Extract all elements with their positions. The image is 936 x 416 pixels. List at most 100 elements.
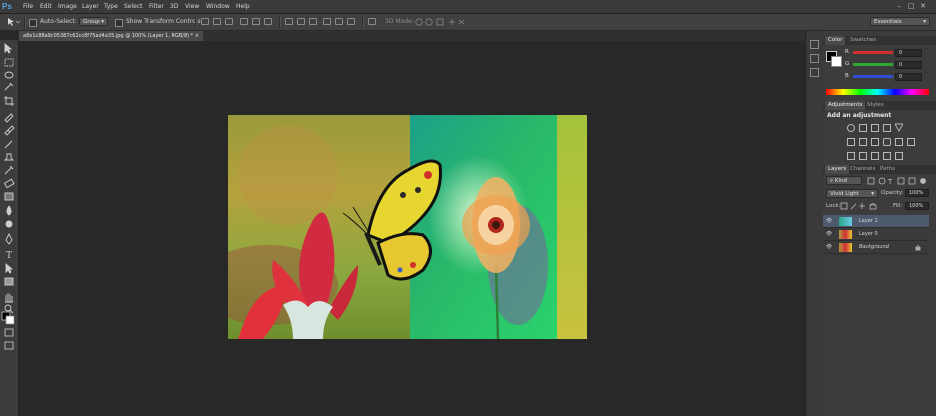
distribute-center-icon[interactable] [297,18,305,25]
close-tab-icon[interactable]: × [195,33,199,39]
gradient-tool-icon[interactable] [4,192,14,201]
move-tool-icon[interactable] [4,43,13,54]
distribute-right-icon[interactable] [347,18,355,25]
align-top-icon[interactable] [201,18,209,25]
blur-tool-icon[interactable] [6,205,12,216]
opacity-field[interactable]: 100% [905,189,929,197]
channel-mixer-icon[interactable] [895,138,903,146]
visibility-eye-icon[interactable]: 👁 [825,215,833,228]
crop-tool-icon[interactable] [4,96,14,106]
lasso-tool-icon[interactable] [4,71,14,79]
document-tab[interactable]: a8e1c88a9c05387c62cc8f75ad4a35.jpg @ 100… [19,31,203,41]
background-color-chip[interactable] [831,56,842,67]
maximize-button[interactable]: □ [905,0,917,13]
auto-select-checkbox[interactable] [29,19,37,27]
align-right-icon[interactable] [264,18,272,25]
exposure-icon[interactable] [883,124,891,132]
pen-tool-icon[interactable] [5,232,13,245]
menu-view[interactable]: View [185,0,199,13]
green-slider[interactable] [853,63,893,66]
visibility-eye-icon[interactable]: 👁 [825,241,833,254]
dodge-tool-icon[interactable] [5,220,13,228]
eyedropper-tool-icon[interactable] [4,113,14,123]
menu-3d[interactable]: 3D [170,0,178,13]
red-slider[interactable] [853,51,893,54]
distribute-hcenter-icon[interactable] [335,18,343,25]
align-horizontal-center-icon[interactable] [252,18,260,25]
tab-styles[interactable]: Styles [864,101,887,110]
quick-mask-icon[interactable] [4,328,14,337]
type-tool-icon[interactable]: T [6,251,12,261]
menu-help[interactable]: Help [236,0,250,13]
distribute-left-icon[interactable] [323,18,331,25]
blue-slider[interactable] [853,75,893,78]
screen-mode-icon[interactable] [4,341,14,350]
align-bottom-icon[interactable] [225,18,233,25]
tab-paths[interactable]: Paths [877,165,898,174]
green-value-field[interactable]: 0 [895,61,922,69]
auto-align-layers-icon[interactable] [368,18,376,25]
menu-file[interactable]: File [23,0,33,13]
tab-color[interactable]: Color [825,36,846,45]
gradient-map-icon[interactable] [895,152,903,160]
background-color-swatch[interactable] [5,315,15,325]
align-left-icon[interactable] [240,18,248,25]
posterize-icon[interactable] [859,152,867,160]
layer-row-layer-1[interactable]: 👁 Layer 1 [823,215,929,228]
menu-filter[interactable]: Filter [149,0,164,13]
history-panel-icon[interactable] [810,40,819,49]
layer-row-background[interactable]: 👁 Background [823,241,929,254]
hand-tool-icon[interactable] [5,293,13,303]
move-tool-preset-icon[interactable] [6,17,21,27]
invert-icon[interactable] [847,152,855,160]
menu-select[interactable]: Select [124,0,143,13]
black-white-icon[interactable] [871,138,879,146]
quick-selection-tool-icon[interactable] [4,82,14,91]
levels-icon[interactable] [859,124,867,132]
curves-icon[interactable] [871,124,879,132]
document-image[interactable] [228,115,587,339]
threshold-icon[interactable] [871,152,879,160]
close-window-button[interactable]: ✕ [917,0,929,13]
minimize-button[interactable]: – [893,0,905,13]
history-brush-tool-icon[interactable] [4,165,14,175]
photo-filter-icon[interactable] [883,138,891,146]
menu-type[interactable]: Type [104,0,118,13]
menu-window[interactable]: Window [206,0,230,13]
color-balance-icon[interactable] [859,138,867,146]
color-lookup-icon[interactable] [907,138,915,146]
layer-row-layer-0[interactable]: 👁 Layer 0 [823,228,929,241]
tab-channels[interactable]: Channels [847,165,878,174]
character-panel-icon[interactable] [810,68,819,77]
distribute-bottom-icon[interactable] [309,18,317,25]
healing-brush-tool-icon[interactable] [4,125,15,136]
menu-image[interactable]: Image [58,0,77,13]
vibrance-icon[interactable] [894,123,904,132]
red-value-field[interactable]: 0 [895,49,922,57]
hue-saturation-icon[interactable] [847,138,855,146]
brightness-contrast-icon[interactable] [847,124,855,132]
layer-filter-dropdown[interactable]: ⌕ Kind [826,176,862,185]
path-selection-tool-icon[interactable] [5,263,14,274]
show-transform-checkbox[interactable] [115,19,123,27]
color-spectrum-bar[interactable] [826,89,929,95]
rectangle-tool-icon[interactable] [4,277,14,286]
align-vertical-center-icon[interactable] [213,18,221,25]
brush-tool-icon[interactable] [4,140,13,149]
tab-swatches[interactable]: Swatches [847,36,879,45]
fill-field[interactable]: 100% [905,202,929,210]
lock-icons[interactable] [840,202,880,210]
distribute-top-icon[interactable] [285,18,293,25]
tab-layers[interactable]: Layers [825,165,850,174]
blend-mode-dropdown[interactable]: Vivid Light ▾ [826,189,878,198]
blue-value-field[interactable]: 0 [895,73,922,81]
properties-panel-icon[interactable] [810,54,819,63]
auto-select-dropdown[interactable]: Group ▾ [79,17,108,26]
clone-stamp-tool-icon[interactable] [3,153,15,161]
marquee-tool-icon[interactable] [4,58,14,67]
visibility-eye-icon[interactable]: 👁 [825,228,833,241]
selective-color-icon[interactable] [883,152,891,160]
eraser-tool-icon[interactable] [3,178,15,189]
menu-edit[interactable]: Edit [40,0,52,13]
workspace-dropdown[interactable]: Essentials ▾ [870,17,930,26]
